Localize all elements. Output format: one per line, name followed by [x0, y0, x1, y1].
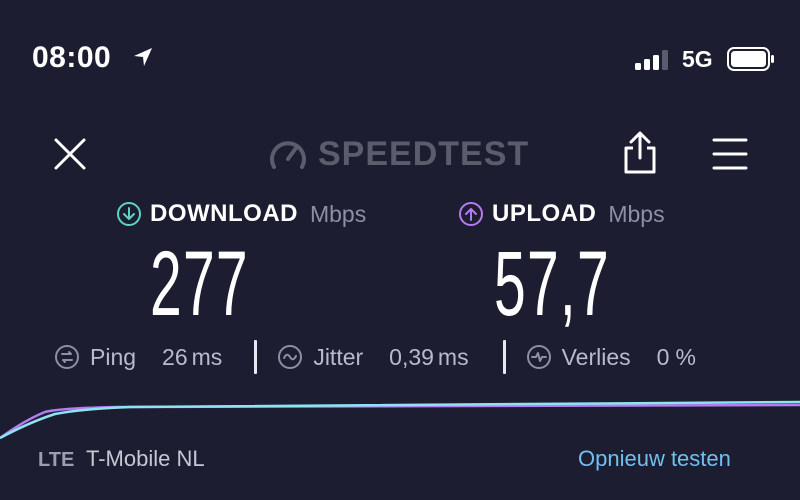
- upload-arrow-icon: [459, 202, 483, 226]
- loss-value: 0: [656, 343, 670, 370]
- battery-icon: [727, 47, 774, 71]
- download-label: DOWNLOAD: [150, 200, 298, 227]
- speed-graph: [0, 400, 800, 440]
- loss-stat: Verlies 0%: [526, 344, 696, 371]
- signal-bars-icon: [635, 50, 668, 70]
- close-icon[interactable]: [50, 134, 90, 174]
- stat-divider: [502, 340, 506, 374]
- loss-unit: %: [675, 343, 696, 370]
- brand-name: SPEEDTEST: [318, 134, 530, 173]
- upload-value: 57,7: [494, 233, 610, 335]
- ping-label: Ping: [90, 343, 137, 370]
- retry-button[interactable]: Opnieuw testen: [578, 446, 731, 472]
- network-type: 5G: [682, 46, 713, 72]
- status-time: 08:00: [32, 41, 112, 74]
- jitter-icon: [278, 345, 303, 369]
- loss-label: Verlies: [561, 343, 631, 370]
- ping-unit: ms: [191, 343, 223, 370]
- location-arrow-icon: [134, 48, 152, 66]
- download-value: 277: [150, 233, 249, 335]
- download-arrow-icon: [117, 202, 141, 226]
- upload-unit: Mbps: [608, 200, 665, 227]
- upload-label: UPLOAD: [492, 200, 597, 227]
- packet-loss-icon: [526, 345, 551, 369]
- speedtest-logo: SPEEDTEST: [268, 134, 529, 174]
- upload-header: UPLOAD Mbps: [458, 200, 665, 228]
- ping-stat: Ping 26 ms: [54, 344, 222, 371]
- share-icon[interactable]: [620, 130, 660, 176]
- jitter-value: 0,39: [389, 343, 434, 370]
- download-header: DOWNLOAD Mbps: [116, 200, 366, 228]
- ping-icon: [55, 345, 79, 369]
- carrier-name: T-Mobile NL: [86, 446, 205, 471]
- speedtest-logo-icon: [270, 141, 306, 169]
- jitter-label: Jitter: [313, 343, 364, 370]
- ping-value: 26: [162, 343, 188, 370]
- hamburger-menu-icon[interactable]: [710, 134, 750, 174]
- jitter-unit: ms: [437, 343, 469, 370]
- connection-type: LTE: [38, 449, 75, 471]
- download-unit: Mbps: [309, 200, 367, 227]
- stat-divider: [254, 340, 258, 374]
- stats-row: Ping 26 ms Jitter 0,39 ms Verlies 0%: [54, 340, 696, 374]
- jitter-stat: Jitter 0,39 ms: [277, 343, 469, 371]
